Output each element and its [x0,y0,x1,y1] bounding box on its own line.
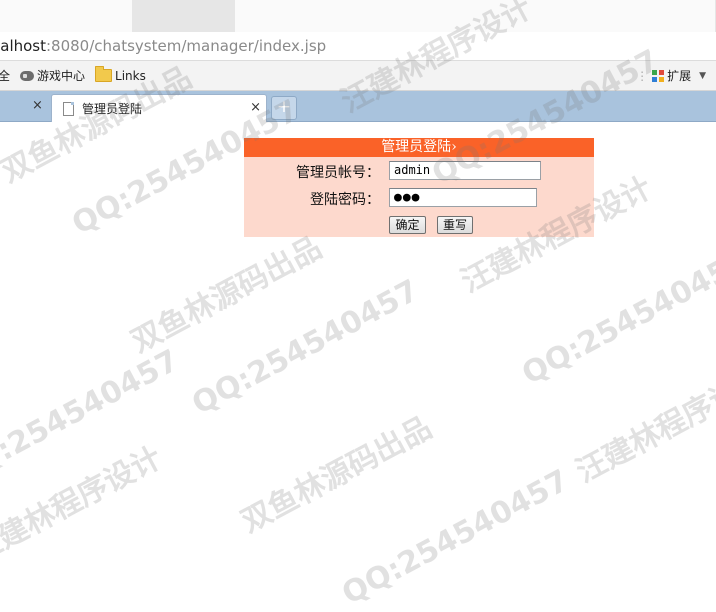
prev-tab-close-icon[interactable]: × [32,98,43,113]
window-pane-right [235,0,715,32]
header-arrow-icon: › [451,139,457,155]
url-path: :8080/chatsystem/manager/index.jsp [46,37,327,55]
gamepad-icon [20,70,35,81]
watermark-design: 汪建林程序设计 [570,360,716,490]
separator-dots: ⋮ [636,68,648,83]
username-label: 管理员帐号： [296,165,380,181]
login-form: 管理员登陆› 管理员帐号： admin 登陆密码： ●●● 确定 重写 [244,138,594,237]
password-input[interactable]: ●●● [389,188,537,207]
tab-admin-login[interactable]: 管理员登陆 × [51,94,267,122]
window-top-strip [0,0,716,32]
bookmark-quan[interactable]: 全 [0,67,10,84]
watermark-studio: 双鱼林源码出品 [235,410,438,540]
tab-title: 管理员登陆 [82,102,143,116]
watermark-studio: 双鱼林源码出品 [125,230,328,360]
bookmark-links-label: Links [115,68,146,83]
address-bar[interactable]: calhost:8080/chatsystem/manager/index.js… [0,32,716,61]
reset-button[interactable]: 重写 [437,216,473,234]
page-icon [63,101,74,116]
extensions-label: 扩展 [667,69,692,83]
url-host: calhost [0,37,46,55]
bookmark-game-center-label: 游戏中心 [37,69,86,83]
extensions-area[interactable]: ⋮ 扩展 ▼ [636,61,706,90]
watermark-design: 汪建林程序设计 [0,440,168,570]
watermark-qq: QQ:254540457 [186,273,425,422]
bookmarks-bar: 全 游戏中心 Links ⋮ 扩展 ▼ [0,61,716,91]
login-header: 管理员登陆› [244,138,594,157]
bookmark-quan-label: 全 [0,69,11,83]
confirm-button[interactable]: 确定 [389,216,426,234]
new-tab-button[interactable]: + [271,96,297,120]
watermark-qq: QQ:254540457 [336,463,575,612]
tab-bar: × 管理员登陆 × + [0,91,716,122]
tab-close-icon[interactable]: × [250,100,261,115]
extensions-icon [652,69,665,82]
watermark-qq: QQ:254540457 [0,343,185,492]
chevron-down-icon[interactable]: ▼ [699,71,706,81]
url-field[interactable]: calhost:8080/chatsystem/manager/index.js… [0,37,326,55]
bookmark-links[interactable]: Links [95,66,146,83]
password-label: 登陆密码： [310,192,380,208]
watermark-qq: QQ:254540457 [516,243,716,392]
bookmark-game-center[interactable]: 游戏中心 [20,67,85,84]
folder-icon [95,66,113,82]
window-pane-left [0,0,132,32]
login-title: 管理员登陆 [381,139,452,155]
username-input[interactable]: admin [389,161,541,180]
